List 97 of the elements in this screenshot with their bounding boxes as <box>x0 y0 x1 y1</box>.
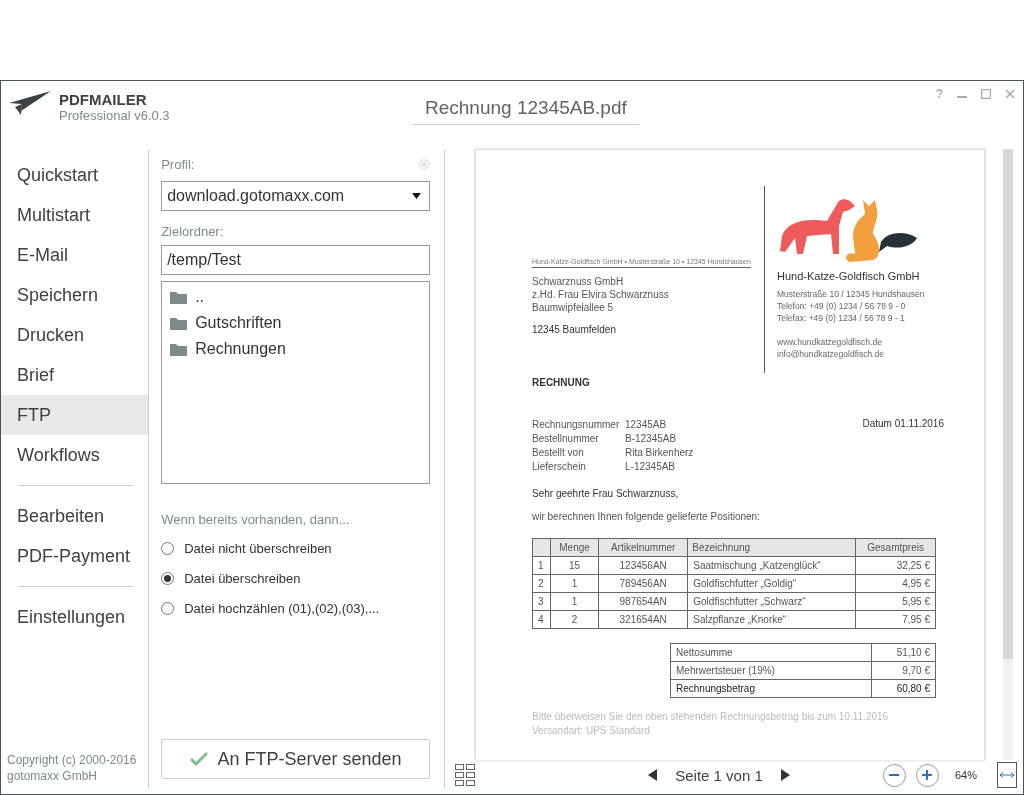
greeting-text: Sehr geehrte Frau Schwarznuss, <box>532 488 680 499</box>
meta-value: B-12345AB <box>625 432 678 446</box>
caret-icon <box>412 193 421 199</box>
folder-icon <box>170 316 188 330</box>
table-cell: 4,95 € <box>855 574 936 593</box>
table-cell: 4 <box>532 610 551 629</box>
field-label: Profil: <box>161 157 195 172</box>
scrollbar-track[interactable] <box>1003 149 1013 760</box>
table-cell: 5,95 € <box>855 592 936 611</box>
nav-item[interactable]: Speichern <box>1 275 149 315</box>
company-name: Hund-Katze-Goldfisch GmbH <box>777 270 921 282</box>
meta-label: Bestellt von <box>532 446 585 460</box>
folder-icon <box>170 290 188 304</box>
intro-text: wir berechnen Ihnen folgende gelieferte Positionen: <box>532 511 761 522</box>
double-arrow-icon <box>1000 772 1014 778</box>
previous-page-button[interactable] <box>648 769 658 781</box>
nav-item[interactable]: Drucken <box>1 315 149 355</box>
send-button[interactable]: An FTP-Server senden <box>161 739 430 779</box>
app-edition: Professional v6.0.3 <box>59 108 170 123</box>
radio-option[interactable]: Datei nicht überschreiben <box>161 533 430 563</box>
table-cell: Salzpflanze „Knorke“ <box>687 610 856 629</box>
table-cell: Goldfischfutter „Schwarz“ <box>687 592 856 611</box>
footer-note: Bitte überweisen Sie den oben stehenden Rechnungsbetrag bis zum 10.11.2016 <box>532 710 890 724</box>
total-label: Nettosumme <box>670 643 872 662</box>
app-name: PDFMAILER <box>59 91 148 108</box>
total-label: Rechnungsbetrag <box>670 679 872 698</box>
left-triangle-icon <box>648 769 658 781</box>
meta-label: Lieferschein <box>532 460 587 474</box>
paper-plane-icon <box>9 91 51 115</box>
recipient-address: Schwarznuss GmbH z.Hd. Frau Elvira Schwarznuss Baumwipfelallee 5 <box>532 275 669 314</box>
table-cell: 32,25 € <box>855 556 936 575</box>
total-value: 51,10 € <box>871 643 936 662</box>
table-cell: 123456AN <box>598 556 688 575</box>
nav-item[interactable]: Bearbeiten <box>1 496 149 536</box>
table-cell: 7,95 € <box>855 610 936 629</box>
document-title: Rechnung 12345AB.pdf <box>413 97 639 125</box>
nav-item[interactable]: Einstellungen <box>1 597 149 637</box>
table-cell: 1 <box>550 574 599 593</box>
page-indicator: Seite 1 von 1 <box>675 766 763 784</box>
total-value: 60,80 € <box>871 679 936 698</box>
zoom-level: 64% <box>954 769 977 781</box>
folder-item[interactable]: .. <box>170 288 421 306</box>
table-cell: 3 <box>532 592 551 611</box>
next-page-button[interactable] <box>780 769 790 781</box>
radio-option[interactable]: Datei überschreiben <box>161 563 430 593</box>
table-cell: 15 <box>550 556 599 575</box>
nav-item[interactable]: Multistart <box>1 195 149 235</box>
folder-item[interactable]: Gutschriften <box>170 314 421 332</box>
table-cell: 1 <box>550 592 599 611</box>
section-label: Wenn bereits vorhanden, dann... <box>161 512 351 527</box>
meta-value: L-12345AB <box>625 460 677 474</box>
nav-item[interactable]: E-Mail <box>1 235 149 275</box>
meta-label: Rechnungsnummer <box>532 418 621 432</box>
table-cell: 321654AN <box>598 610 688 629</box>
folder-icon <box>170 342 188 356</box>
meta-label: Bestellnummer <box>532 432 600 446</box>
table-cell: Goldfischfutter „Goldig“ <box>687 574 856 593</box>
folder-item[interactable]: Rechnungen <box>170 340 421 358</box>
table-cell: 987654AN <box>598 592 688 611</box>
table-cell: 2 <box>532 574 551 593</box>
nav-item[interactable]: PDF-Payment <box>1 536 149 576</box>
meta-value: Rita Birkenherz <box>625 446 694 460</box>
scrollbar-thumb[interactable] <box>1003 149 1013 659</box>
nav-item[interactable]: Brief <box>1 355 149 395</box>
fit-width-button[interactable] <box>997 762 1017 788</box>
table-header: Artikelnummer <box>598 538 688 557</box>
nav-item[interactable]: Quickstart <box>1 155 149 195</box>
right-triangle-icon <box>780 769 790 781</box>
table-cell: 789456AN <box>598 574 688 593</box>
table-header: Gesamtpreis <box>855 538 936 557</box>
total-value: 9,70 € <box>871 661 936 680</box>
table-header <box>532 538 551 557</box>
grid-view-icon[interactable] <box>455 764 475 786</box>
table-cell: Saatmischung „Katzenglück“ <box>687 556 856 575</box>
total-label: Mehrwertsteuer (19%) <box>670 661 872 680</box>
company-contact: Musterstraße 10 / 12345 Hundshausen Telefon: +49 (0) 1234 / 56 78 9 - 0 Telefax: +49 (0) 1234 / 56 78 9 - 1 <box>777 288 926 324</box>
field-label: Zielordner: <box>161 224 225 239</box>
radio-option[interactable]: Datei hochzählen (01),(02),(03),... <box>161 593 430 623</box>
recipient-city: 12345 Baumfelden <box>532 324 616 335</box>
plus-icon <box>921 769 934 781</box>
table-header: Bezeichnung <box>687 538 856 557</box>
zoom-in-button[interactable] <box>915 763 939 787</box>
nav-item[interactable]: FTP <box>1 395 149 435</box>
folder-input[interactable]: /temp/Test <box>161 245 430 275</box>
profile-dropdown[interactable]: download.gotomaxx.com <box>161 181 430 211</box>
table-header: Menge <box>550 538 599 557</box>
footer-note: Versandart: UPS Standard <box>532 724 651 738</box>
table-cell: 2 <box>550 610 599 629</box>
document-heading: RECHNUNG <box>532 377 591 388</box>
check-icon <box>189 752 208 766</box>
invoice-date: Datum 01.11.2016 <box>862 418 944 431</box>
nav-item[interactable]: Workflows <box>1 435 149 475</box>
meta-value: 12345AB <box>625 418 668 432</box>
company-web: www.hundkatzegoldfisch.de info@hundkatzegoldfisch.de <box>777 336 885 360</box>
copyright-text: Copyright (c) 2000-2016 gotomaxx GmbH <box>6 752 138 785</box>
zoom-out-button[interactable] <box>882 763 906 787</box>
table-cell: 1 <box>532 556 551 575</box>
